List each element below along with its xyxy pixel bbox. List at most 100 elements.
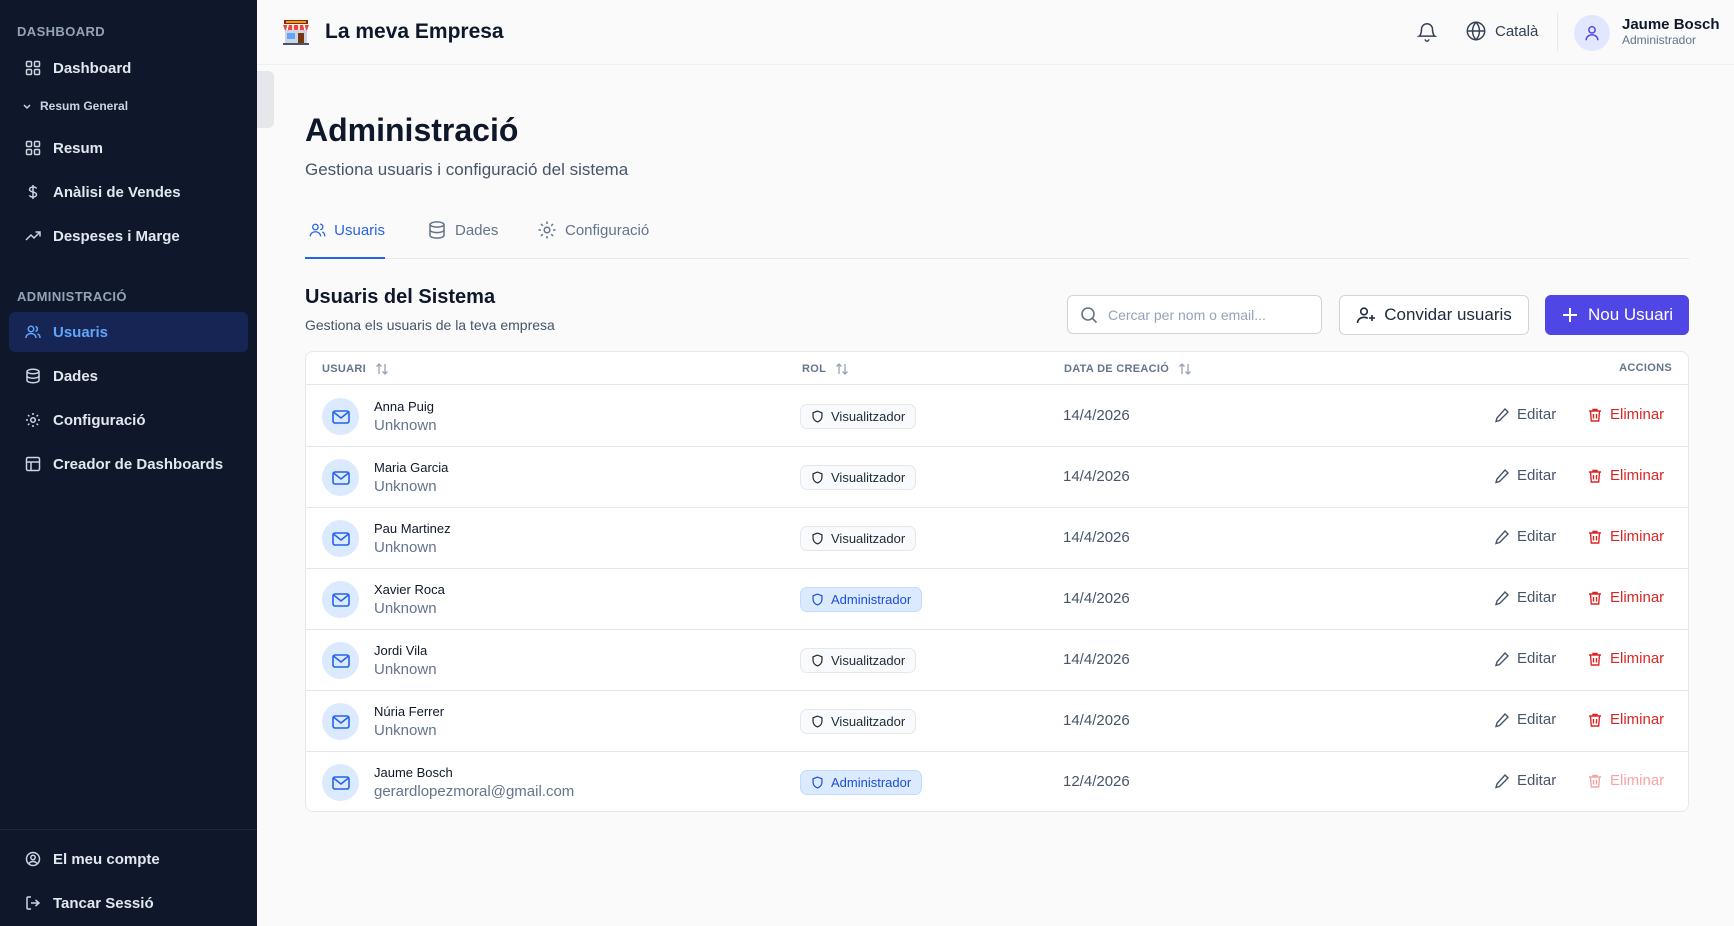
edit-button[interactable]: Editar xyxy=(1494,589,1556,606)
sidebar-item-label: Dades xyxy=(53,367,99,385)
user-name: Maria Garcia xyxy=(374,460,449,475)
column-header-actions: ACCIONS xyxy=(1619,362,1672,374)
sidebar-divider xyxy=(0,829,257,830)
tab-dades[interactable]: Dades xyxy=(427,220,498,259)
sidebar-group-resum-general[interactable]: Resum General xyxy=(22,99,128,113)
column-header-user[interactable]: USUARI xyxy=(322,362,389,376)
sidebar-item-label: Resum xyxy=(53,139,104,157)
sidebar-item-label: Dashboard xyxy=(53,59,132,77)
delete-button[interactable]: Eliminar xyxy=(1587,528,1664,545)
delete-label: Eliminar xyxy=(1610,711,1665,728)
sidebar-item-creador[interactable]: Creador de Dashboards xyxy=(9,444,248,484)
sidebar-item-dades[interactable]: Dades xyxy=(9,356,248,396)
role-label: Visualitzador xyxy=(831,470,906,485)
sidebar-item-label: Configuració xyxy=(53,411,146,429)
tab-label: Configuració xyxy=(565,222,650,239)
column-header-label: ACCIONS xyxy=(1619,362,1672,374)
role-badge: Visualitzador xyxy=(800,404,917,429)
mail-icon xyxy=(331,531,350,546)
user-avatar xyxy=(322,459,359,496)
search-icon xyxy=(1081,306,1098,323)
delete-button[interactable]: Eliminar xyxy=(1587,467,1664,484)
sidebar-item-logout[interactable]: Tancar Sessió xyxy=(9,883,248,923)
created-date: 14/4/2026 xyxy=(1063,407,1130,424)
table-row: Xavier Roca Unknown Administrador 14/4/2… xyxy=(306,569,1688,630)
section-title: Usuaris del Sistema xyxy=(305,286,496,308)
user-email: Unknown xyxy=(374,722,437,739)
sidebar-item-resum[interactable]: Resum xyxy=(9,128,248,168)
user-role: Administrador xyxy=(1622,33,1697,47)
avatar[interactable] xyxy=(1574,15,1610,51)
trash-icon xyxy=(1589,591,1601,605)
tab-label: Usuaris xyxy=(334,222,385,239)
edit-button[interactable]: Editar xyxy=(1494,467,1556,484)
column-header-role[interactable]: ROL xyxy=(802,362,849,376)
user-name: Anna Puig xyxy=(374,399,434,414)
role-badge: Administrador xyxy=(800,587,923,612)
delete-button[interactable]: Eliminar xyxy=(1587,589,1664,606)
created-date: 14/4/2026 xyxy=(1063,590,1130,607)
sort-icon xyxy=(376,363,388,375)
user-avatar xyxy=(322,764,359,801)
created-date: 12/4/2026 xyxy=(1063,773,1130,790)
sidebar-item-label: Despeses i Marge xyxy=(53,227,180,245)
search-box[interactable] xyxy=(1067,295,1322,334)
edit-button[interactable]: Editar xyxy=(1494,406,1556,423)
language-selector[interactable]: Català xyxy=(1465,20,1538,42)
sidebar-item-vendes[interactable]: Anàlisi de Vendes xyxy=(9,172,248,212)
column-header-date[interactable]: DATA DE CREACIÓ xyxy=(1064,362,1192,376)
sidebar-item-account[interactable]: El meu compte xyxy=(9,839,248,879)
sidebar-item-despeses[interactable]: Despeses i Marge xyxy=(9,216,248,256)
user-name: Pau Martinez xyxy=(374,521,451,536)
grid-icon xyxy=(25,60,41,76)
users-icon xyxy=(309,223,326,237)
sidebar-item-configuracio[interactable]: Configuració xyxy=(9,400,248,440)
trending-up-icon xyxy=(25,231,41,241)
tab-label: Dades xyxy=(455,222,499,239)
table-header: USUARI ROL DATA DE CREACIÓ ACCIONS xyxy=(306,352,1688,385)
pencil-icon xyxy=(1494,773,1509,789)
shield-icon xyxy=(812,471,823,484)
pencil-icon xyxy=(1494,407,1509,423)
column-header-label: ROL xyxy=(802,363,827,375)
delete-button[interactable]: Eliminar xyxy=(1587,650,1664,667)
sidebar-collapse-handle[interactable] xyxy=(257,71,274,128)
user-plus-icon xyxy=(1356,307,1376,324)
mail-icon xyxy=(331,653,350,668)
shield-icon xyxy=(812,776,823,789)
new-user-label: Nou Usuari xyxy=(1587,305,1674,324)
sort-icon xyxy=(1179,363,1192,375)
delete-button[interactable]: Eliminar xyxy=(1587,711,1664,728)
shield-icon xyxy=(812,654,823,667)
role-label: Visualitzador xyxy=(831,531,906,546)
bell-icon[interactable] xyxy=(1416,21,1438,43)
user-avatar xyxy=(322,703,359,740)
edit-label: Editar xyxy=(1517,711,1557,728)
table-row: Anna Puig Unknown Visualitzador 14/4/202… xyxy=(306,386,1688,447)
delete-label: Eliminar xyxy=(1610,406,1665,423)
sidebar-item-usuaris[interactable]: Usuaris xyxy=(9,312,248,352)
edit-button[interactable]: Editar xyxy=(1494,772,1556,789)
edit-button[interactable]: Editar xyxy=(1494,528,1556,545)
role-label: Visualitzador xyxy=(831,653,906,668)
sidebar-group-label: Resum General xyxy=(40,99,129,113)
tab-usuaris[interactable]: Usuaris xyxy=(305,220,385,259)
edit-button[interactable]: Editar xyxy=(1494,650,1556,667)
gear-icon xyxy=(538,221,556,239)
invite-users-button[interactable]: Convidar usuaris xyxy=(1339,295,1529,335)
edit-label: Editar xyxy=(1517,589,1557,606)
delete-label: Eliminar xyxy=(1610,589,1665,606)
table-row: Jordi Vila Unknown Visualitzador 14/4/20… xyxy=(306,630,1688,691)
delete-button[interactable]: Eliminar xyxy=(1587,406,1664,423)
sidebar-item-dashboard[interactable]: Dashboard xyxy=(9,48,248,88)
search-input[interactable] xyxy=(1108,306,1308,323)
created-date: 14/4/2026 xyxy=(1063,651,1130,668)
sidebar-item-label: Creador de Dashboards xyxy=(53,455,224,473)
role-label: Administrador xyxy=(831,775,912,790)
tab-configuracio[interactable]: Configuració xyxy=(537,220,649,259)
new-user-button[interactable]: Nou Usuari xyxy=(1545,295,1689,335)
shield-icon xyxy=(812,410,823,423)
users-icon xyxy=(25,325,41,339)
edit-button[interactable]: Editar xyxy=(1494,711,1556,728)
user-icon xyxy=(1585,25,1599,41)
